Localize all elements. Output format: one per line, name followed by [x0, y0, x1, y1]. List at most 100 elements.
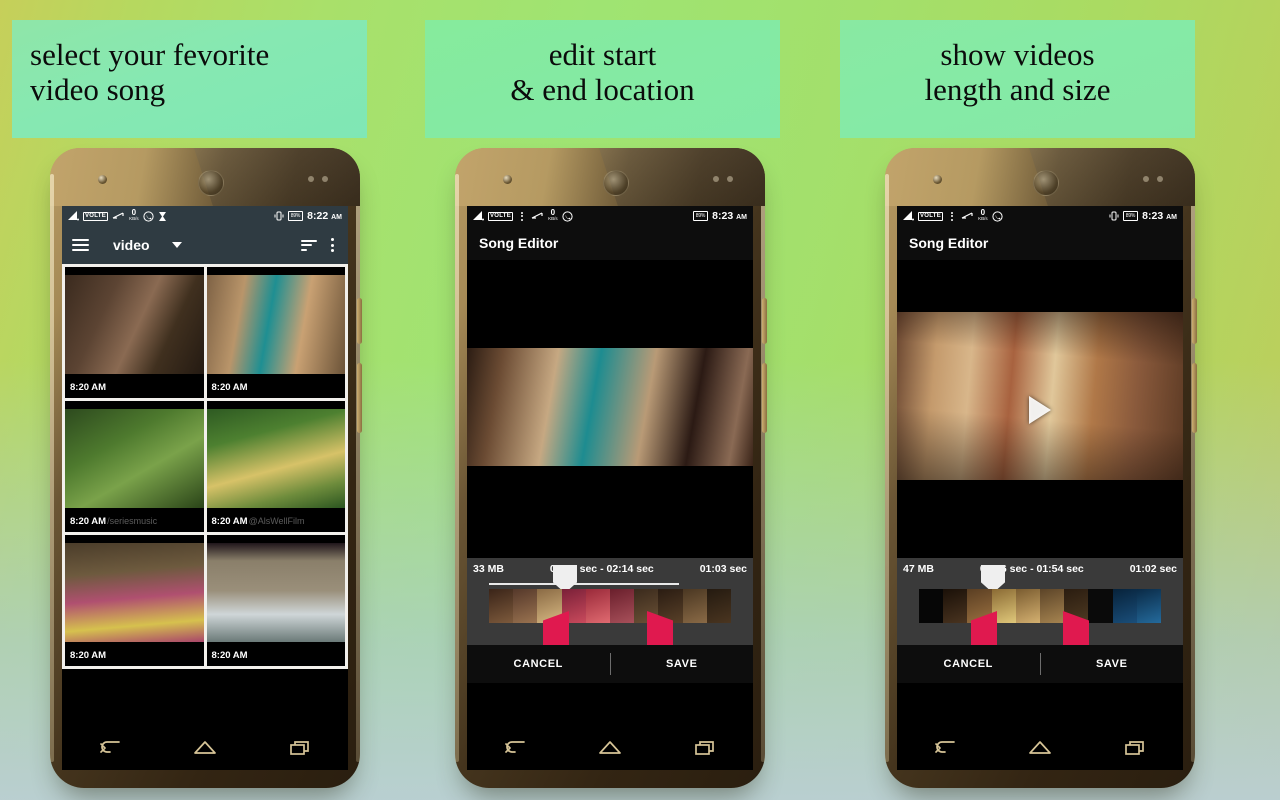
caption-line: edit start — [548, 37, 657, 72]
phone-device-gallery: VOLTE 0 KB/s 89% 8:22 AM video 8:20 AM 8… — [50, 148, 362, 788]
recents-icon[interactable] — [1120, 737, 1150, 759]
video-grid-item[interactable]: 8:20 AM/seriesmusic — [65, 401, 204, 532]
caption-select-video: select your fevorite video song — [12, 20, 367, 138]
video-thumbnail — [206, 275, 345, 374]
data-rate-icon: 0 KB/s — [978, 209, 988, 222]
video-timestamp: 8:20 AM — [70, 650, 107, 661]
whatsapp-icon — [991, 210, 1003, 222]
cancel-button[interactable]: CANCEL — [467, 658, 610, 670]
phone-device-editor-1: VOLTE 0 KB/s 89% 8:23 AM Song Editor 33 … — [455, 148, 767, 788]
video-timestamp: 8:20 AM — [211, 382, 248, 393]
data-rate-icon: 0 KB/s — [548, 209, 558, 222]
earpiece-speaker — [603, 170, 629, 196]
phone-top-bezel — [455, 148, 765, 206]
back-icon[interactable] — [95, 737, 125, 759]
android-navigation-bar — [62, 726, 348, 770]
file-size-label: 47 MB — [903, 563, 934, 575]
power-button[interactable] — [357, 298, 362, 344]
power-button[interactable] — [1192, 298, 1197, 344]
network-arrows-icon — [961, 212, 973, 219]
data-rate-unit: KB/s — [129, 216, 139, 221]
light-sensor-icon — [1157, 176, 1163, 182]
chevron-down-icon[interactable] — [171, 242, 182, 248]
status-clock: 8:23 AM — [1142, 210, 1177, 222]
caption-line: & end location — [510, 71, 695, 107]
phone-screen-editor: VOLTE 0 KB/s 89% 8:23 AM Song Editor — [467, 206, 753, 726]
video-timestamp: 8:20 AM @AlsWellFilm — [211, 516, 305, 527]
video-grid-item[interactable]: 8:20 AM — [65, 535, 204, 666]
filmstrip[interactable] — [919, 589, 1161, 623]
power-button[interactable] — [762, 298, 767, 344]
video-grid-item[interactable]: 8:20 AM @AlsWellFilm — [206, 401, 345, 532]
phone-screen-gallery: VOLTE 0 KB/s 89% 8:22 AM video 8:20 AM 8… — [62, 206, 348, 726]
proximity-sensor-icon — [1143, 176, 1149, 182]
toolbar-title: video — [113, 237, 150, 253]
overflow-menu-icon — [517, 211, 527, 221]
hourglass-icon — [158, 211, 166, 221]
save-button[interactable]: SAVE — [1041, 658, 1184, 670]
android-navigation-bar — [467, 726, 753, 770]
app-toolbar: video — [62, 226, 348, 264]
volte-icon: VOLTE — [488, 211, 514, 221]
recents-icon[interactable] — [285, 737, 315, 759]
trim-info-row: 33 MB 01:01 sec - 02:14 sec 01:03 sec — [467, 563, 753, 575]
vibrate-icon — [274, 211, 284, 221]
home-icon[interactable] — [1025, 737, 1055, 759]
video-thumbnail — [206, 409, 345, 508]
cancel-button[interactable]: CANCEL — [897, 658, 1040, 670]
video-thumbnail — [65, 543, 204, 642]
signal-icon — [903, 211, 914, 221]
home-icon[interactable] — [595, 737, 625, 759]
signal-icon — [473, 211, 484, 221]
signal-icon — [68, 211, 79, 221]
progress-line — [489, 583, 679, 585]
recents-icon[interactable] — [690, 737, 720, 759]
overflow-menu-icon[interactable] — [327, 238, 338, 252]
video-preview-stage[interactable] — [467, 260, 753, 558]
phone-right-edge — [356, 174, 360, 762]
home-icon[interactable] — [190, 737, 220, 759]
back-icon[interactable] — [930, 737, 960, 759]
caption-line: length and size — [924, 71, 1111, 107]
filmstrip[interactable] — [489, 589, 731, 623]
proximity-sensor-icon — [308, 176, 314, 182]
caption-line: select your fevorite — [30, 37, 270, 72]
filmstrip-area[interactable] — [897, 565, 1183, 645]
trim-panel: 33 MB 01:01 sec - 02:14 sec 01:03 sec — [467, 558, 753, 645]
play-icon[interactable] — [1029, 396, 1051, 424]
network-arrows-icon — [112, 212, 124, 219]
vibrate-icon — [1109, 211, 1119, 221]
caption-edit-location: edit start & end location — [425, 20, 780, 138]
back-icon[interactable] — [500, 737, 530, 759]
video-grid-item[interactable]: 8:20 AM — [65, 267, 204, 398]
editor-action-bar: CANCEL SAVE — [897, 645, 1183, 683]
volume-button[interactable] — [1192, 363, 1197, 433]
video-preview-frame — [467, 348, 753, 466]
trim-duration-label: 01:02 sec — [1129, 563, 1177, 575]
editor-action-bar: CANCEL SAVE — [467, 645, 753, 683]
video-grid: 8:20 AM 8:20 AM 8:20 AM/seriesmusic 8:20… — [62, 264, 348, 669]
video-grid-item[interactable]: 8:20 AM — [206, 535, 345, 666]
status-bar: VOLTE 0 KB/s 89% 8:22 AM — [62, 206, 348, 226]
status-clock: 8:22 AM — [307, 210, 342, 222]
phone-device-editor-2: VOLTE 0 KB/s 89% 8:23 AM Song Editor 47 … — [885, 148, 1197, 788]
data-rate-icon: 0 KB/s — [129, 209, 139, 222]
data-rate-unit: KB/s — [548, 216, 558, 221]
sort-icon[interactable] — [301, 239, 317, 251]
filmstrip-area[interactable] — [467, 565, 753, 645]
video-preview-stage[interactable] — [897, 260, 1183, 558]
trim-duration-label: 01:03 sec — [699, 563, 747, 575]
phone-screen-editor: VOLTE 0 KB/s 89% 8:23 AM Song Editor — [897, 206, 1183, 726]
phone-top-bezel — [50, 148, 360, 206]
save-button[interactable]: SAVE — [611, 658, 754, 670]
volume-button[interactable] — [357, 363, 362, 433]
video-grid-item[interactable]: 8:20 AM — [206, 267, 345, 398]
whatsapp-icon — [142, 210, 154, 222]
front-camera-icon — [98, 175, 107, 184]
overflow-menu-icon — [947, 211, 957, 221]
hamburger-icon[interactable] — [72, 239, 89, 251]
video-thumbnail — [65, 409, 204, 508]
caption-line: show videos — [940, 37, 1095, 72]
volume-button[interactable] — [762, 363, 767, 433]
volte-icon: VOLTE — [83, 211, 109, 221]
